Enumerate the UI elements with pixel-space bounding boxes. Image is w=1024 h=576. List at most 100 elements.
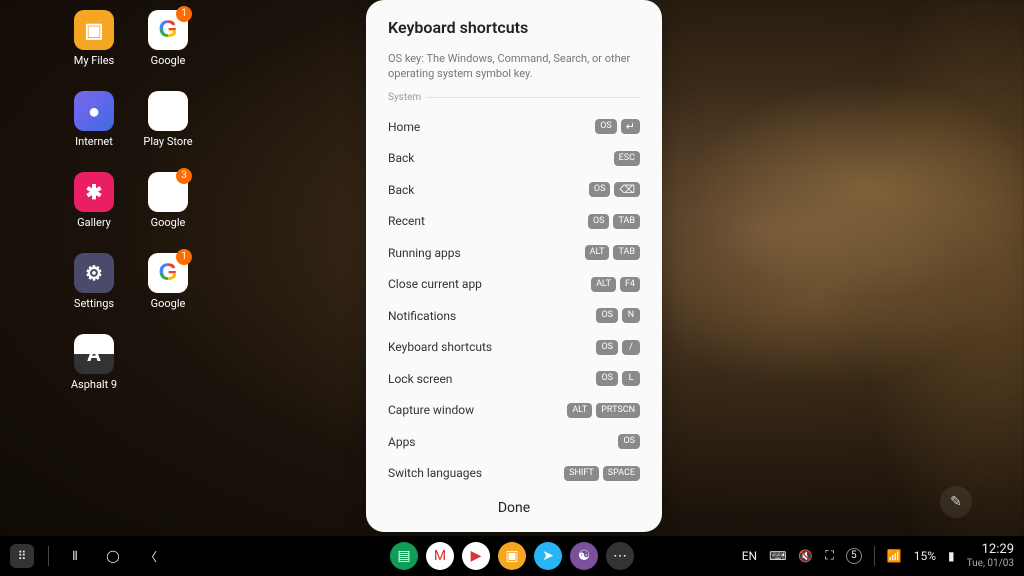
key-cap: ⌫ [614, 182, 640, 197]
icon-label: Google [132, 297, 204, 310]
back-button[interactable]: 〈 [139, 544, 163, 568]
desktop-icon-google[interactable]: G1Google [132, 253, 204, 310]
home-button[interactable]: ◯ [101, 544, 125, 568]
desktop-icon-asphalt[interactable]: A Asphalt 9 [58, 334, 130, 391]
taskbar: ⠿ ⦀ ◯ 〈 ▤ M ▶ ▣ ➤ ☯ ⋯ EN ⌨ 🔇 ⛶ 5 📶 15% ▮ 12:29… [0, 536, 1024, 576]
dialog-subtitle: OS key: The Windows, Command, Search, or… [388, 51, 640, 82]
playstore-icon: ▶ [148, 91, 188, 131]
shortcut-label: Notifications [388, 309, 456, 323]
shortcut-keys: OS ↵ [595, 119, 640, 134]
shortcut-list: HomeOS↵BackESCBackOS⌫RecentOSTABRunning … [388, 111, 640, 486]
shortcut-keys: ALT F4 [591, 277, 640, 292]
desktop-icon-settings[interactable]: ⚙ Settings [58, 253, 130, 310]
shortcut-label: Recent [388, 214, 425, 228]
key-cap: ESC [614, 151, 640, 166]
shortcut-label: Back [388, 183, 414, 197]
key-cap: OS [588, 214, 610, 229]
badge: 1 [176, 249, 192, 265]
shortcut-keys: OSTAB [588, 214, 640, 229]
mute-icon[interactable]: 🔇 [798, 549, 813, 563]
wifi-icon[interactable]: 📶 [887, 549, 902, 563]
shortcut-row: Apps OS [388, 426, 640, 458]
desktop-icon-gfolder[interactable]: ▦3Google [132, 172, 204, 229]
clock-time: 12:29 [967, 543, 1014, 557]
asphalt-icon: A [74, 334, 114, 374]
icon-label: Play Store [132, 135, 204, 148]
clock[interactable]: 12:29 Tue, 01/03 [967, 543, 1014, 568]
key-cap: F4 [620, 277, 640, 292]
apps-drawer-button[interactable]: ⠿ [10, 544, 34, 568]
shortcut-label: Keyboard shortcuts [388, 340, 492, 354]
key-cap: OS [618, 434, 640, 449]
done-button[interactable]: Done [388, 486, 640, 532]
shortcut-label: Close current app [388, 277, 482, 291]
shortcut-row: Back OS⌫ [388, 174, 640, 206]
taskbar-app-telegram[interactable]: ➤ [534, 542, 562, 570]
taskbar-app-gmail[interactable]: M [426, 542, 454, 570]
shortcut-label: Apps [388, 435, 416, 449]
keyboard-icon[interactable]: ⌨ [769, 549, 786, 563]
desktop-icon-gallery[interactable]: ✱ Gallery [58, 172, 130, 229]
shortcut-row: Lock screenOSL [388, 363, 640, 395]
shortcut-keys: OS N [596, 308, 640, 323]
shortcut-label: Home [388, 120, 420, 134]
taskbar-app-viber[interactable]: ☯ [570, 542, 598, 570]
key-cap: L [622, 371, 640, 386]
taskbar-app-more[interactable]: ⋯ [606, 542, 634, 570]
desktop-icon-playstore[interactable]: ▶ Play Store [132, 91, 204, 148]
shortcut-keys: SHIFTSPACE [564, 466, 640, 481]
notification-count[interactable]: 5 [846, 548, 862, 564]
shortcut-keys: OS L [596, 371, 640, 386]
key-cap: OS [596, 340, 618, 355]
icon-label: Gallery [58, 216, 130, 229]
shortcut-row: Notifications OS N [388, 300, 640, 332]
shortcut-row: Running appsALTTAB [388, 237, 640, 269]
myfiles-icon: ▣ [74, 10, 114, 50]
divider [48, 546, 49, 566]
clock-date: Tue, 01/03 [967, 558, 1014, 569]
shortcut-keys: ALTPRTSCN [567, 403, 640, 418]
dialog-title: Keyboard shortcuts [388, 18, 640, 37]
key-cap: OS [596, 371, 618, 386]
edit-fab[interactable]: ✎ [940, 486, 972, 518]
shortcut-keys: OS [618, 434, 640, 449]
key-cap: ALT [591, 277, 616, 292]
key-cap: PRTSCN [596, 403, 640, 418]
desktop-icon-google[interactable]: G1Google [132, 10, 204, 67]
settings-icon: ⚙ [74, 253, 114, 293]
key-cap: / [622, 340, 640, 355]
desktop-icon-internet[interactable]: ●Internet [58, 91, 130, 148]
icon-label: Settings [58, 297, 130, 310]
taskbar-app-play[interactable]: ▶ [462, 542, 490, 570]
key-cap: OS [589, 182, 611, 197]
taskbar-app-sheets[interactable]: ▤ [390, 542, 418, 570]
taskbar-app-files[interactable]: ▣ [498, 542, 526, 570]
shortcut-row: Capture windowALTPRTSCN [388, 394, 640, 426]
gallery-icon: ✱ [74, 172, 114, 212]
language-indicator[interactable]: EN [742, 549, 757, 563]
badge: 1 [176, 6, 192, 22]
desktop-icon-myfiles[interactable]: ▣ My Files [58, 10, 130, 67]
screenshot-icon[interactable]: ⛶ [825, 548, 833, 563]
key-cap: OS [596, 308, 618, 323]
recents-button[interactable]: ⦀ [63, 544, 87, 568]
divider [874, 546, 875, 566]
shortcut-keys: OS / [596, 340, 640, 355]
icon-label: Google [132, 54, 204, 67]
shortcut-keys: OS⌫ [589, 182, 640, 197]
shortcut-label: Back [388, 151, 414, 165]
key-cap: OS [595, 119, 617, 134]
icon-label: My Files [58, 54, 130, 67]
shortcut-row: Keyboard shortcuts OS / [388, 331, 640, 363]
shortcut-row: Back ESC [388, 142, 640, 174]
shortcut-row: Home OS ↵ [388, 111, 640, 143]
key-cap: N [622, 308, 640, 323]
desktop-icon-grid: ▣My FilesG1Google●Internet▶Play Store✱Ga… [58, 10, 204, 391]
shortcut-row: Recent OSTAB [388, 205, 640, 237]
section-header: System [388, 92, 640, 103]
battery-icon: ▮ [948, 549, 955, 563]
internet-icon: ● [74, 91, 114, 131]
battery-percentage[interactable]: 15% [914, 549, 936, 563]
key-cap: ↵ [621, 119, 640, 134]
icon-label: Asphalt 9 [58, 378, 130, 391]
